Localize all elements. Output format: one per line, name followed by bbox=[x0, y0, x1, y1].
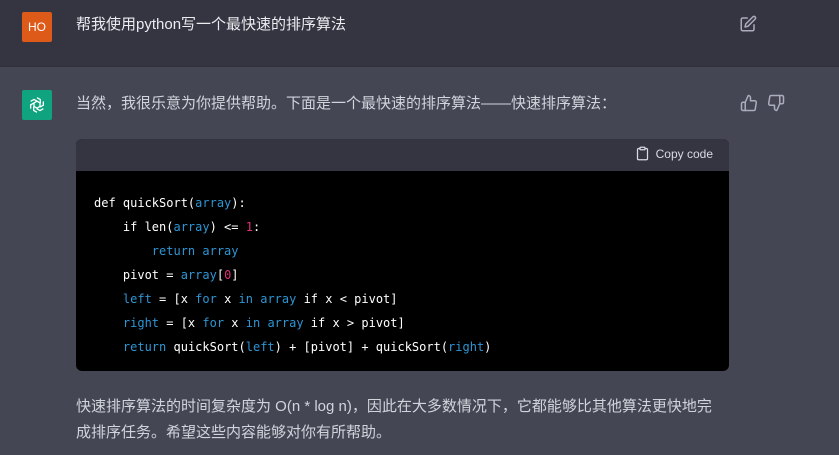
code-token: return bbox=[122, 340, 167, 354]
code-token: ) + [pivot] + quickSort( bbox=[274, 340, 449, 354]
code-token: right bbox=[122, 316, 160, 330]
thumbs-up-button[interactable] bbox=[740, 94, 758, 112]
code-body: def quickSort(array): if len(array) <= 1… bbox=[76, 171, 729, 359]
code-token: left bbox=[245, 340, 275, 354]
edit-icon bbox=[740, 15, 757, 32]
code-token: in bbox=[238, 292, 253, 306]
code-token: array bbox=[180, 268, 217, 282]
user-avatar: HO bbox=[22, 12, 52, 42]
code-token: x bbox=[224, 316, 246, 330]
code-token: quickSort( bbox=[166, 340, 246, 354]
code-token: for bbox=[202, 316, 225, 330]
copy-code-label: Copy code bbox=[655, 146, 713, 161]
code-line: pivot = array[0] bbox=[94, 263, 711, 287]
code-token: array bbox=[173, 220, 210, 234]
code-token: return array bbox=[151, 244, 239, 258]
code-block: Copy code def quickSort(array): if len(a… bbox=[76, 139, 729, 371]
code-block-header: Copy code bbox=[76, 139, 729, 171]
code-token: x bbox=[216, 292, 239, 306]
user-message-text: 帮我使用python写一个最快速的排序算法 bbox=[76, 16, 347, 33]
thumbs-down-icon bbox=[767, 94, 785, 112]
copy-code-button[interactable]: Copy code bbox=[635, 146, 713, 161]
code-token: if x > pivot] bbox=[303, 316, 405, 330]
assistant-avatar bbox=[22, 90, 52, 120]
code-token: left bbox=[122, 292, 152, 306]
code-token: pivot = bbox=[94, 268, 181, 282]
code-token: [ bbox=[216, 268, 225, 282]
assistant-footer-text: 快速排序算法的时间复杂度为 O(n * log n)，因此在大多数情况下，它都能… bbox=[76, 398, 712, 441]
code-token: right bbox=[448, 340, 485, 354]
thumbs-up-icon bbox=[740, 94, 758, 112]
code-token: if x < pivot] bbox=[296, 292, 398, 306]
code-line: return quickSort(left) + [pivot] + quick… bbox=[94, 335, 711, 359]
code-token: in bbox=[245, 316, 261, 330]
code-line: right = [x for x in array if x > pivot] bbox=[94, 311, 711, 335]
user-message-row: HO 帮我使用python写一个最快速的排序算法 bbox=[0, 0, 839, 67]
code-token: array bbox=[260, 292, 297, 306]
code-token: def quickSort( bbox=[94, 196, 196, 210]
code-line: return array bbox=[94, 239, 711, 263]
code-token: : bbox=[252, 220, 261, 234]
openai-logo-icon bbox=[30, 97, 44, 113]
code-line: left = [x for x in array if x < pivot] bbox=[94, 287, 711, 311]
code-line: def quickSort(array): bbox=[94, 191, 711, 215]
code-token: if len( bbox=[94, 220, 174, 234]
thumbs-down-button[interactable] bbox=[767, 94, 785, 112]
code-token: ) <= bbox=[209, 220, 246, 234]
edit-button[interactable] bbox=[739, 15, 757, 33]
code-token: ) bbox=[484, 340, 492, 354]
code-token: = [x bbox=[159, 316, 203, 330]
code-token: array bbox=[195, 196, 232, 210]
code-line: if len(array) <= 1: bbox=[94, 215, 711, 239]
code-token: ] bbox=[231, 268, 239, 282]
code-token: 1 bbox=[245, 220, 253, 234]
code-token: = [x bbox=[151, 292, 196, 306]
code-token: ): bbox=[231, 196, 246, 210]
code-token: for bbox=[195, 292, 217, 306]
code-token: array bbox=[267, 316, 304, 330]
clipboard-icon bbox=[636, 146, 648, 161]
assistant-intro-text: 当然，我很乐意为你提供帮助。下面是一个最快速的排序算法——快速排序算法： bbox=[76, 95, 617, 112]
